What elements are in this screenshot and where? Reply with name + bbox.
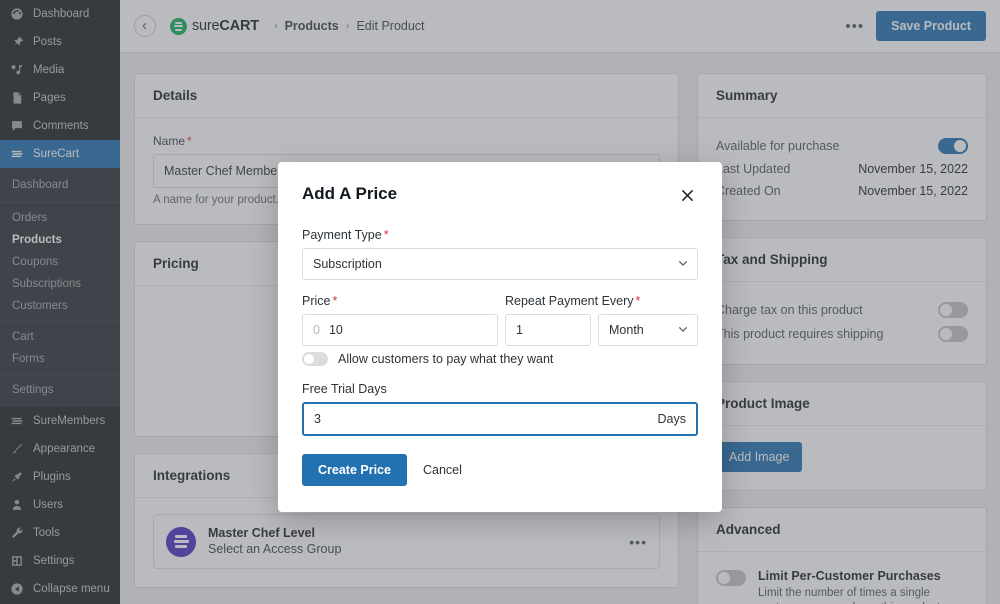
payment-type-label-text: Payment Type bbox=[302, 228, 382, 242]
modal-header: Add A Price bbox=[302, 184, 698, 206]
free-trial-label: Free Trial Days bbox=[302, 382, 387, 396]
app-root: Dashboard Posts Media Pages Comments Sur… bbox=[0, 0, 1000, 604]
required-mark: * bbox=[383, 228, 389, 242]
price-value: 10 bbox=[328, 323, 343, 337]
price-field: Price * 0 10 bbox=[302, 294, 498, 346]
free-trial-field: Free Trial Days 3 Days bbox=[302, 382, 698, 436]
payment-type-select-wrap bbox=[302, 248, 698, 280]
modal-title: Add A Price bbox=[302, 184, 398, 203]
pay-what-you-want-label: Allow customers to pay what they want bbox=[338, 352, 554, 366]
close-icon[interactable] bbox=[676, 184, 698, 206]
create-price-button[interactable]: Create Price bbox=[302, 454, 407, 486]
free-trial-unit: Days bbox=[657, 412, 686, 426]
repeat-label-text: Repeat Payment Every bbox=[505, 294, 634, 308]
price-label-text: Price bbox=[302, 294, 331, 308]
repeat-unit-select[interactable] bbox=[598, 314, 698, 346]
repeat-unit-select-wrap bbox=[598, 314, 698, 346]
required-mark: * bbox=[332, 294, 338, 308]
repeat-payment-label: Repeat Payment Every * bbox=[505, 294, 698, 308]
toggle-knob bbox=[304, 354, 314, 364]
modal-actions: Create Price Cancel bbox=[302, 454, 698, 486]
add-price-modal: Add A Price Payment Type* Price* 0 10 bbox=[278, 162, 722, 512]
payment-type-select[interactable] bbox=[302, 248, 698, 280]
payment-type-field: Payment Type * bbox=[302, 228, 698, 280]
repeat-field: Repeat Payment Every * bbox=[505, 294, 698, 346]
payment-type-label: Payment Type * bbox=[302, 228, 698, 242]
repeat-interval-input[interactable] bbox=[505, 314, 591, 346]
price-currency-prefix: 0 bbox=[313, 323, 320, 337]
pay-what-you-want-row: Allow customers to pay what they want bbox=[302, 352, 698, 366]
price-label: Price * bbox=[302, 294, 498, 308]
free-trial-days-input[interactable]: 3 Days bbox=[302, 402, 698, 436]
required-mark: * bbox=[635, 294, 641, 308]
free-trial-value: 3 bbox=[314, 412, 321, 426]
price-input[interactable]: 0 10 bbox=[302, 314, 498, 346]
repeat-inputs bbox=[505, 314, 698, 346]
pay-what-you-want-toggle[interactable] bbox=[302, 352, 328, 366]
cancel-button[interactable]: Cancel bbox=[423, 463, 462, 477]
price-and-repeat-row: Price * 0 10 Repeat Payment Every * bbox=[302, 294, 698, 346]
